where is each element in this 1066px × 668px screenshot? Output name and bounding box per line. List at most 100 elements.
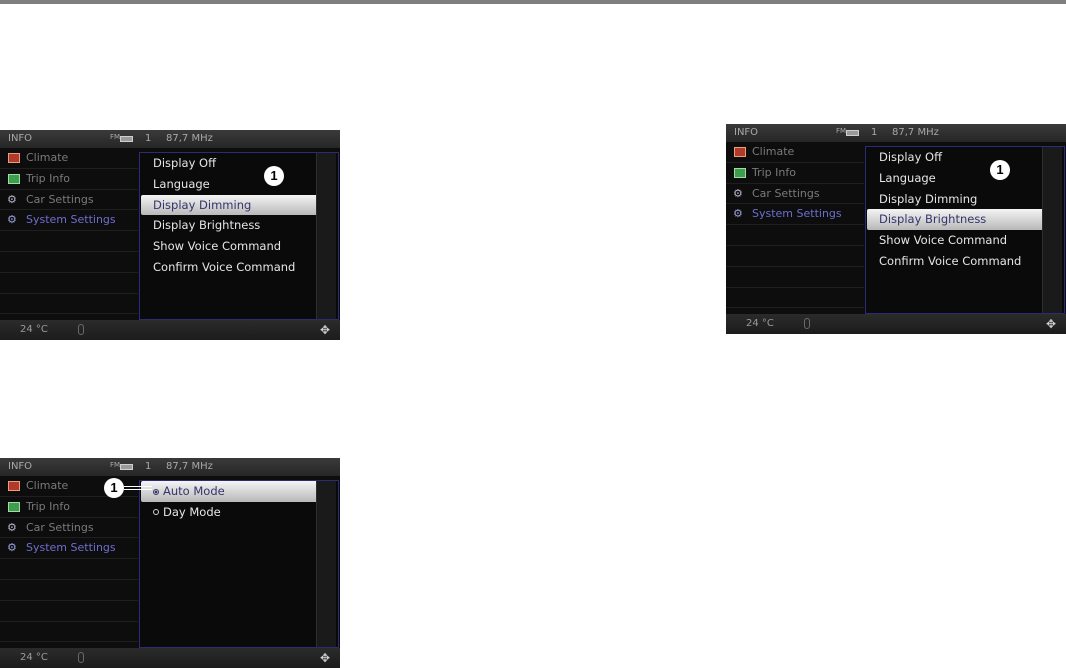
sidebar-item-trip-info[interactable]: Trip Info <box>0 169 138 190</box>
radio-preset: 1 <box>145 461 152 472</box>
screen-title: INFO <box>734 127 759 138</box>
climate-icon <box>734 147 746 157</box>
radio-frequency: 87,7 MHz <box>166 461 213 472</box>
option-label: Auto Mode <box>163 484 225 498</box>
screen-title: INFO <box>8 133 33 144</box>
radio-frequency: 87,7 MHz <box>166 133 213 144</box>
car-settings-icon: ⚙ <box>7 192 17 206</box>
info-screen-dimming-mode: INFO FM 1 87,7 MHz Climate Trip Info ⚙ Ca… <box>0 458 340 668</box>
sidebar-item-label: Climate <box>26 151 69 164</box>
radio-preset: 1 <box>145 133 152 144</box>
callout-marker: 1 <box>990 160 1010 180</box>
car-settings-icon: ⚙ <box>7 520 17 534</box>
sidebar-item-label: Trip Info <box>26 499 70 513</box>
sidebar-empty-row <box>0 252 138 273</box>
menu-item-confirm-voice-command[interactable]: Confirm Voice Command <box>866 251 1064 272</box>
sidebar-empty-row <box>0 559 138 580</box>
menu-item-language[interactable]: Language <box>140 174 338 195</box>
trip-info-icon <box>8 501 20 512</box>
screen-title: INFO <box>8 461 33 472</box>
sidebar-item-trip-info[interactable]: Trip Info <box>726 163 864 184</box>
info-screen-display-dimming: INFO FM 1 87,7 MHz Climate Trip Info ⚙ Ca… <box>0 130 340 340</box>
fm-label: FM <box>110 461 121 469</box>
option-day-mode[interactable]: Day Mode <box>140 502 338 523</box>
trip-info-icon <box>8 173 20 184</box>
system-settings-icon: ⚙ <box>7 541 17 555</box>
sidebar-item-climate[interactable]: Climate <box>726 142 864 163</box>
sidebar-item-climate[interactable]: Climate <box>0 148 138 169</box>
menu-item-language[interactable]: Language <box>866 168 1064 189</box>
sidebar-item-label: Car Settings <box>26 192 94 206</box>
bottom-bar: 24 °C ✥ <box>0 320 340 340</box>
sidebar-empty-row <box>0 622 138 643</box>
callout-marker: 1 <box>264 166 284 186</box>
sidebar-item-car-settings[interactable]: ⚙ Car Settings <box>726 184 864 205</box>
menu-item-show-voice-command[interactable]: Show Voice Command <box>140 236 338 257</box>
car-settings-icon: ⚙ <box>733 186 743 200</box>
bottom-bar: 24 °C ✥ <box>0 648 340 668</box>
fm-label: FM <box>836 127 847 135</box>
temperature-readout: 24 °C <box>20 324 48 335</box>
status-bar: INFO FM 1 87,7 MHz <box>0 458 340 476</box>
info-screen-display-brightness: INFO FM 1 87,7 MHz Climate Trip Info ⚙ Ca… <box>726 124 1066 334</box>
option-label: Day Mode <box>163 504 221 519</box>
bluetooth-icon <box>804 318 810 329</box>
sidebar-item-system-settings[interactable]: ⚙ System Settings <box>0 210 138 232</box>
scrollbar-track[interactable] <box>316 153 336 319</box>
sidebar-item-label: Climate <box>26 479 69 492</box>
bluetooth-icon <box>78 324 84 335</box>
sidebar-item-label: System Settings <box>26 213 116 227</box>
settings-menu-panel: Display Off Language Display Dimming Dis… <box>139 152 339 320</box>
sidebar-item-label: Car Settings <box>26 520 94 534</box>
bottom-bar: 24 °C ✥ <box>726 314 1066 334</box>
trip-info-icon <box>734 167 746 178</box>
menu-item-display-brightness[interactable]: Display Brightness <box>140 215 338 236</box>
sidebar-item-label: Trip Info <box>752 165 796 179</box>
callout-leader-line <box>124 486 152 490</box>
sidebar-empty-row <box>726 246 864 267</box>
climate-icon <box>8 153 20 163</box>
dimming-mode-panel: Auto Mode Day Mode <box>139 480 339 648</box>
fm-label: FM <box>110 133 121 141</box>
sidebar: Climate Trip Info ⚙ Car Settings ⚙ System … <box>0 476 138 648</box>
menu-item-display-brightness[interactable]: Display Brightness <box>867 209 1061 231</box>
sidebar-item-label: Climate <box>752 145 795 158</box>
sidebar-item-car-settings[interactable]: ⚙ Car Settings <box>0 190 138 211</box>
sidebar-item-system-settings[interactable]: ⚙ System Settings <box>726 204 864 226</box>
callout-marker: 1 <box>104 478 124 498</box>
temperature-readout: 24 °C <box>20 652 48 663</box>
sidebar-item-car-settings[interactable]: ⚙ Car Settings <box>0 518 138 539</box>
sidebar-empty-row <box>726 225 864 246</box>
menu-item-show-voice-command[interactable]: Show Voice Command <box>866 230 1064 251</box>
temperature-readout: 24 °C <box>746 318 774 329</box>
radio-preset: 1 <box>871 127 878 138</box>
sidebar-item-label: Trip Info <box>26 171 70 185</box>
scrollbar-track[interactable] <box>1042 147 1062 313</box>
bluetooth-icon <box>78 652 84 663</box>
controller-dial-icon: ✥ <box>320 323 331 337</box>
menu-item-display-off[interactable]: Display Off <box>140 153 338 174</box>
menu-item-display-dimming[interactable]: Display Dimming <box>866 189 1064 210</box>
system-settings-icon: ⚙ <box>7 213 17 227</box>
radio-source-icon <box>120 136 133 142</box>
sidebar-empty-row <box>0 601 138 622</box>
status-bar: INFO FM 1 87,7 MHz <box>0 130 340 148</box>
sidebar-item-label: Car Settings <box>752 186 820 200</box>
climate-icon <box>8 481 20 491</box>
option-auto-mode[interactable]: Auto Mode <box>141 481 335 502</box>
sidebar-item-trip-info[interactable]: Trip Info <box>0 497 138 518</box>
sidebar-empty-row <box>726 267 864 288</box>
scrollbar-track[interactable] <box>316 481 336 647</box>
menu-item-display-off[interactable]: Display Off <box>866 147 1064 168</box>
radio-button-icon <box>153 509 159 516</box>
status-bar: INFO FM 1 87,7 MHz <box>726 124 1066 142</box>
sidebar-empty-row <box>0 273 138 294</box>
menu-item-display-dimming[interactable]: Display Dimming <box>141 194 335 216</box>
sidebar-empty-row <box>0 580 138 601</box>
settings-menu-panel: Display Off Language Display Dimming Dis… <box>865 146 1065 314</box>
sidebar-item-system-settings[interactable]: ⚙ System Settings <box>0 538 138 560</box>
sidebar-empty-row <box>0 231 138 252</box>
radio-button-selected-icon <box>153 488 159 495</box>
menu-item-confirm-voice-command[interactable]: Confirm Voice Command <box>140 257 338 278</box>
sidebar-empty-row <box>0 294 138 315</box>
